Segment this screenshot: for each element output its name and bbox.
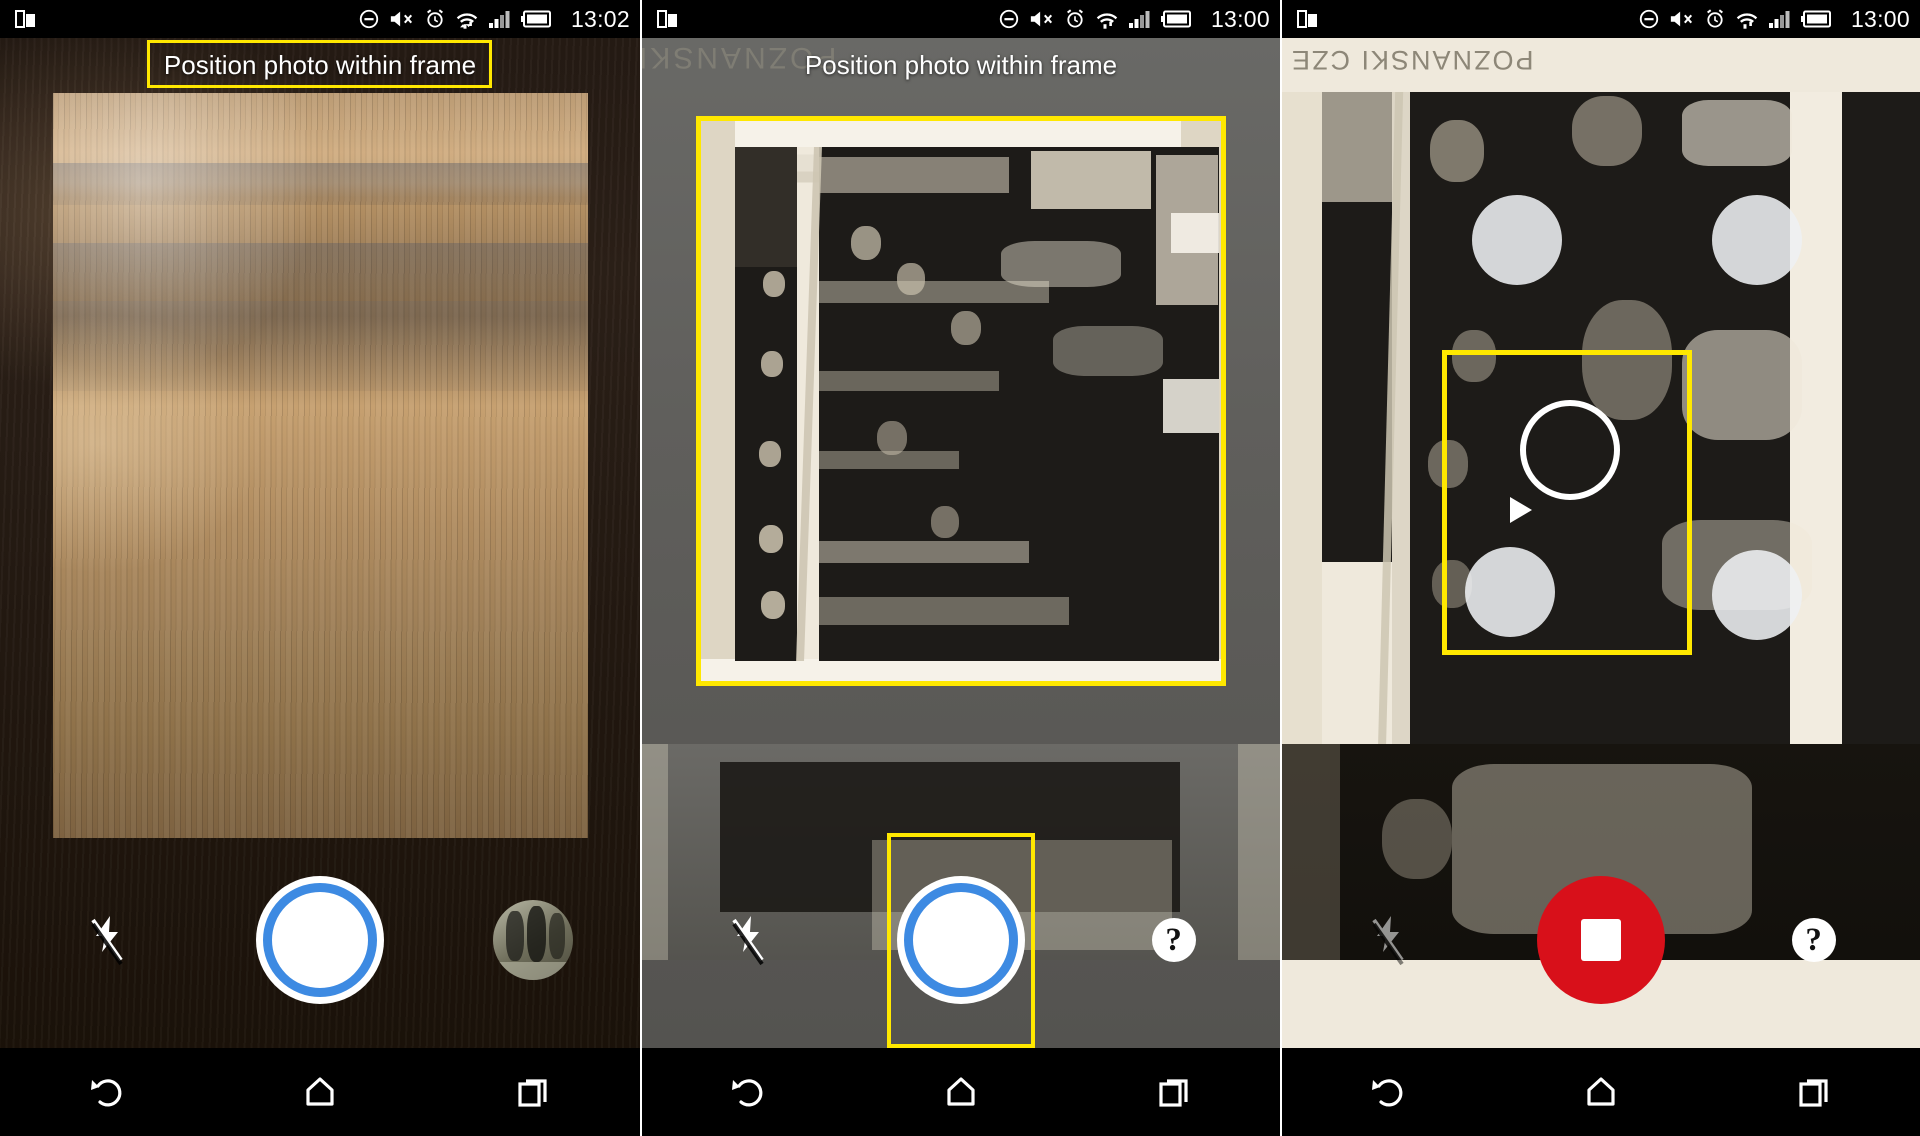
split-screen-icon xyxy=(657,10,677,28)
hint-text-1: Position photo within frame xyxy=(163,50,477,80)
three-panel-screenshot-strip: 13:02 Position photo within frame POZNAN… xyxy=(0,0,1920,1136)
stop-capture-button-3[interactable] xyxy=(1537,876,1665,1004)
battery-icon xyxy=(520,10,551,28)
shutter-slot-2 xyxy=(855,832,1068,1048)
nav-back-3[interactable] xyxy=(1282,1072,1495,1112)
battery-icon xyxy=(1800,10,1831,28)
nav-home-2[interactable] xyxy=(855,1072,1068,1112)
capture-target-dot-top-left xyxy=(1472,195,1562,285)
photo-caption-3: POZNANSKI CZE xyxy=(1290,45,1534,75)
thumbnail-slot-1 xyxy=(427,900,640,980)
recents-icon xyxy=(518,1079,547,1107)
camera-controls-1 xyxy=(0,832,640,1048)
flash-off-icon[interactable] xyxy=(87,914,127,966)
status-clock-2: 13:00 xyxy=(1210,5,1270,32)
stop-square-icon xyxy=(1581,919,1621,961)
status-bar-right-2: 13:00 xyxy=(998,6,1270,33)
shutter-button-1[interactable] xyxy=(255,876,384,1004)
alarm-icon xyxy=(1066,9,1083,28)
back-arrow-icon xyxy=(90,1079,121,1107)
android-nav-bar-2 xyxy=(642,1048,1280,1136)
flash-off-icon[interactable] xyxy=(728,914,768,966)
status-bar-2: 13:00 xyxy=(642,0,1280,38)
status-clock-1: 13:02 xyxy=(570,5,630,32)
home-icon xyxy=(947,1077,975,1106)
android-nav-bar-3 xyxy=(1282,1048,1920,1136)
help-slot-3: ? xyxy=(1707,918,1920,962)
hint-text-2: Position photo within frame xyxy=(804,50,1118,80)
android-nav-bar-1 xyxy=(0,1048,640,1136)
do-not-disturb-icon xyxy=(1639,9,1659,29)
panel-2: POZNANSKI 13:00 Position photo within fr… xyxy=(640,0,1280,1136)
status-bar-left-2 xyxy=(656,7,680,31)
recents-icon xyxy=(1799,1079,1828,1107)
split-screen-icon xyxy=(15,10,35,28)
back-arrow-icon xyxy=(1372,1079,1403,1107)
nav-recents-1[interactable] xyxy=(427,1072,640,1112)
wood-sheen-b xyxy=(53,301,278,585)
signal-bars-icon xyxy=(1768,11,1790,28)
help-button-2[interactable]: ? xyxy=(1151,918,1196,962)
recents-icon xyxy=(1159,1079,1188,1107)
nav-home-3[interactable] xyxy=(1495,1072,1708,1112)
nav-back-1[interactable] xyxy=(0,1072,213,1112)
status-bar-right-1: 13:02 xyxy=(358,6,630,33)
shutter-slot-1 xyxy=(213,876,426,1004)
nav-recents-2[interactable] xyxy=(1067,1072,1280,1112)
status-bar-1: 13:02 xyxy=(0,0,640,38)
do-not-disturb-icon xyxy=(999,9,1019,29)
panel-1: 13:02 Position photo within frame xyxy=(0,0,640,1136)
nav-back-2[interactable] xyxy=(642,1072,855,1112)
status-clock-3: 13:00 xyxy=(1850,5,1910,32)
flash-slot-2 xyxy=(642,914,855,966)
scanned-photograph-2 xyxy=(701,121,1221,681)
status-bar-3: 13:00 xyxy=(1282,0,1920,38)
status-bar-right-3: 13:00 xyxy=(1638,6,1910,33)
signal-bars-icon xyxy=(1128,11,1150,28)
volume-mute-icon xyxy=(1670,11,1692,27)
stop-slot-3 xyxy=(1495,876,1708,1004)
nav-home-1[interactable] xyxy=(213,1072,426,1112)
flash-slot-1 xyxy=(0,914,213,966)
detected-photo-border-2 xyxy=(696,116,1226,686)
home-icon xyxy=(1587,1077,1615,1106)
flash-slot-3 xyxy=(1282,914,1495,966)
hint-banner-1: Position photo within frame xyxy=(0,38,640,90)
nav-recents-3[interactable] xyxy=(1707,1072,1920,1112)
hint-banner-2: Position photo within frame xyxy=(642,38,1280,90)
help-button-3[interactable]: ? xyxy=(1791,918,1836,962)
do-not-disturb-icon xyxy=(359,9,379,29)
wifi-icon xyxy=(1736,13,1758,29)
status-bar-left-1 xyxy=(14,7,38,31)
capture-target-dot-top-right xyxy=(1712,195,1802,285)
alarm-icon xyxy=(1706,9,1723,28)
shutter-inner-ring-2 xyxy=(904,883,1018,997)
shutter-button-2[interactable] xyxy=(897,876,1025,1004)
crop-annotation-box xyxy=(1442,350,1692,655)
camera-controls-2: ? xyxy=(642,832,1280,1048)
wifi-icon xyxy=(1096,13,1118,29)
battery-icon xyxy=(1160,10,1191,28)
panel-3: POZNANSKI CZE 13:00 ? xyxy=(1280,0,1920,1136)
home-icon xyxy=(306,1077,334,1106)
capture-target-dot-bottom-right xyxy=(1712,550,1802,640)
status-bar-left-3 xyxy=(1296,7,1320,31)
help-slot-2: ? xyxy=(1067,918,1280,962)
volume-mute-icon xyxy=(1030,11,1052,27)
shutter-inner-ring-1 xyxy=(262,883,377,997)
gallery-thumbnail-icon[interactable] xyxy=(493,900,574,980)
back-arrow-icon xyxy=(732,1079,763,1107)
wifi-icon xyxy=(456,13,478,29)
flash-off-icon[interactable] xyxy=(1368,914,1408,966)
alarm-icon xyxy=(426,9,443,28)
camera-controls-3: ? xyxy=(1282,832,1920,1048)
volume-mute-icon xyxy=(390,11,412,27)
split-screen-icon xyxy=(1297,10,1317,28)
signal-bars-icon xyxy=(488,11,510,28)
photo-frame-region-1 xyxy=(53,93,588,838)
